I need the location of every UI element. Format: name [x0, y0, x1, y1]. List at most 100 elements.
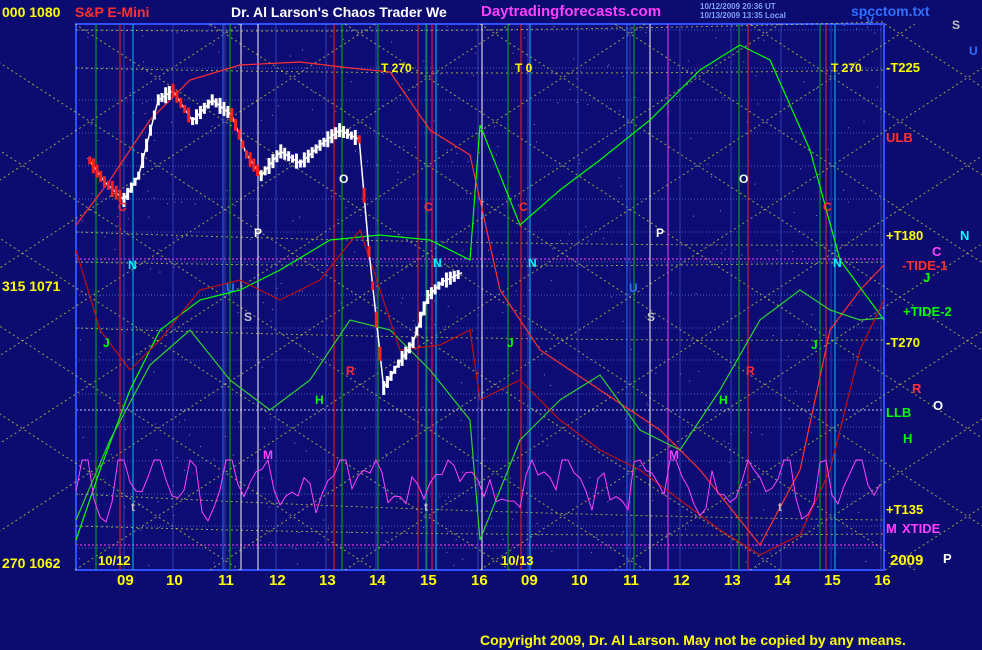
star-dot: [757, 103, 759, 105]
star-dot: [846, 503, 848, 505]
star-dot: [211, 125, 213, 127]
price-candle: [345, 128, 349, 139]
star-dot: [791, 250, 793, 252]
price-candle: [248, 152, 252, 168]
star-dot: [434, 324, 436, 326]
price-candle: [167, 86, 171, 101]
star-dot: [843, 189, 845, 191]
star-dot: [587, 240, 589, 242]
site-link[interactable]: Daytradingforecasts.com: [481, 3, 661, 20]
price-candle: [353, 129, 357, 145]
price-candle: [302, 152, 306, 168]
star-dot: [403, 145, 405, 147]
star-dot: [384, 540, 386, 542]
star-dot: [348, 531, 350, 533]
star-dot: [607, 65, 609, 67]
star-dot: [608, 108, 610, 110]
chart-annotation: R: [746, 364, 755, 378]
star-dot: [381, 105, 383, 107]
price-candle: [429, 287, 433, 300]
star-dot: [668, 532, 670, 534]
price-candle: [378, 346, 382, 361]
price-candle: [418, 311, 422, 328]
star-dot: [536, 522, 538, 524]
star-dot: [652, 500, 654, 502]
price-candle: [252, 158, 256, 172]
star-dot: [269, 418, 271, 420]
price-candle: [310, 147, 314, 159]
star-dot: [259, 332, 261, 334]
star-dot: [755, 75, 757, 77]
star-dot: [509, 477, 511, 479]
chart-annotation: R: [346, 364, 355, 378]
chart-annotation: N: [433, 256, 442, 270]
star-dot: [560, 239, 562, 241]
price-candle: [95, 164, 99, 178]
star-dot: [631, 120, 633, 122]
star-dot: [200, 445, 202, 447]
star-dot: [171, 121, 173, 123]
star-dot: [549, 384, 551, 386]
chart-annotation: S: [647, 310, 656, 324]
star-dot: [183, 469, 185, 471]
star-dot: [750, 431, 752, 433]
star-dot: [646, 402, 648, 404]
star-dot: [544, 209, 546, 211]
star-dot: [552, 248, 554, 250]
star-dot: [80, 339, 82, 341]
star-dot: [874, 32, 876, 34]
price-candle: [322, 137, 326, 147]
corner-label-u: U: [969, 44, 978, 58]
star-dot: [432, 71, 434, 73]
star-dot: [594, 410, 596, 412]
price-candle: [362, 187, 366, 203]
star-dot: [238, 421, 240, 423]
star-dot: [610, 296, 612, 298]
price-candle: [210, 94, 214, 106]
price-candle: [106, 180, 110, 190]
price-candle: [396, 359, 400, 368]
star-dot: [865, 561, 867, 563]
star-dot: [271, 114, 273, 116]
star-dot: [772, 334, 774, 336]
star-dot: [90, 123, 92, 125]
star-dot: [580, 71, 582, 73]
star-dot: [607, 501, 609, 503]
star-dot: [328, 470, 330, 472]
star-dot: [800, 168, 802, 170]
star-dot: [502, 311, 504, 313]
star-dot: [343, 39, 345, 41]
price-candle: [294, 153, 298, 169]
price-candle: [164, 87, 168, 104]
star-dot: [687, 60, 689, 62]
star-dot: [478, 152, 480, 154]
star-dot: [91, 193, 93, 195]
price-candle: [283, 147, 287, 160]
star-dot: [787, 355, 789, 357]
star-dot: [743, 61, 745, 63]
star-dot: [456, 316, 458, 318]
label-c: C: [932, 244, 942, 259]
price-candle: [241, 140, 245, 149]
star-dot: [444, 500, 446, 502]
star-dot: [645, 31, 647, 33]
star-dot: [462, 250, 464, 252]
price-candle: [349, 131, 353, 140]
x-tick-label: 15: [420, 572, 437, 589]
chart-annotation: J: [507, 336, 514, 350]
star-dot: [603, 237, 605, 239]
chart-annotation: N: [833, 256, 842, 270]
chart-annotation: M: [263, 448, 273, 462]
star-dot: [434, 300, 436, 302]
star-dot: [876, 86, 878, 88]
star-dot: [714, 98, 716, 100]
label-m: M: [886, 521, 897, 536]
star-dot: [710, 176, 712, 178]
chart-window: 000 1080 S&P E-Mini Dr. Al Larson's Chao…: [0, 0, 982, 650]
star-dot: [515, 290, 517, 292]
label-ulb: ULB: [886, 130, 913, 145]
star-dot: [176, 32, 178, 34]
x-tick-label: 09: [521, 572, 538, 589]
price-candle: [334, 127, 338, 140]
star-dot: [671, 292, 673, 294]
